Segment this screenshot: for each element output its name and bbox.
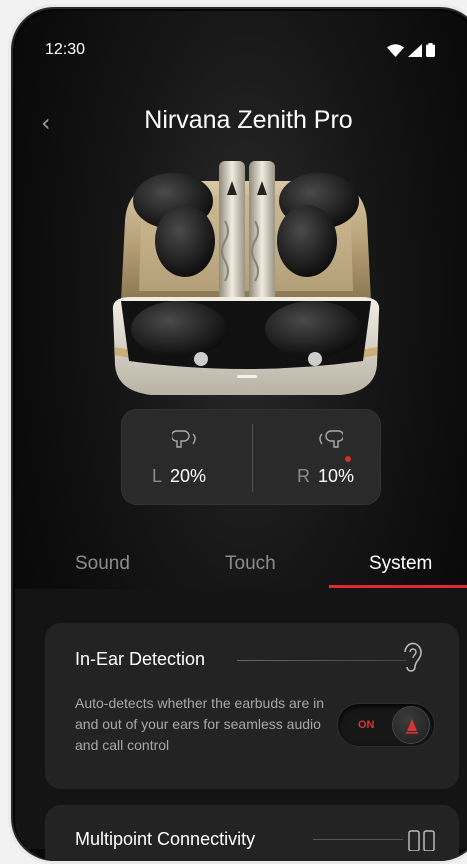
tab-touch[interactable]: Touch [225, 553, 276, 575]
tab-system[interactable]: System [369, 553, 432, 575]
status-icons [387, 43, 435, 57]
right-battery-value: 10% [318, 466, 355, 486]
left-earbud-icon [172, 430, 196, 448]
active-tab-indicator [329, 585, 467, 588]
in-ear-detection-toggle[interactable]: ON [337, 703, 435, 747]
multipoint-connectivity-title: Multipoint Connectivity [75, 829, 256, 849]
status-time: 12:30 [45, 41, 86, 58]
system-settings-panel: In-Ear Detection Auto-detects whether th… [15, 589, 467, 861]
app-screen: 12:30 ‹ Nirvana Zenith Pro L 20% R 10% S… [15, 11, 467, 861]
in-ear-detection-card: In-Ear Detection Auto-detects whether th… [45, 623, 459, 789]
status-bar: 12:30 [15, 41, 467, 61]
left-earbud-battery: L 20% [122, 410, 252, 506]
battery-status-card: L 20% R 10% [121, 409, 381, 505]
right-earbud-battery: R 10% [253, 410, 383, 506]
in-ear-detection-description: Auto-detects whether the earbuds are in … [75, 695, 325, 753]
title-divider-line [237, 660, 407, 661]
left-battery-value: 20% [170, 466, 207, 486]
right-side-label: R [297, 466, 310, 486]
multipoint-devices-icon [408, 830, 435, 851]
brand-logo-icon [406, 719, 418, 734]
battery-icon [426, 43, 435, 57]
toggle-knob[interactable] [392, 706, 430, 744]
tab-sound[interactable]: Sound [75, 553, 130, 575]
in-ear-detection-title: In-Ear Detection [75, 649, 206, 669]
right-earbud-icon [319, 430, 343, 448]
multipoint-connectivity-card[interactable]: Multipoint Connectivity [45, 805, 459, 861]
earbuds-case-image [112, 161, 380, 395]
low-battery-dot [345, 456, 351, 462]
phone-frame: 12:30 ‹ Nirvana Zenith Pro L 20% R 10% S… [8, 4, 467, 864]
cellular-signal-icon [408, 43, 422, 57]
ear-icon [404, 642, 422, 672]
page-title: Nirvana Zenith Pro [144, 106, 353, 134]
title-divider-line [313, 839, 403, 840]
wifi-icon [387, 43, 404, 57]
settings-tabs: Sound Touch System [15, 541, 467, 588]
left-side-label: L [152, 466, 163, 486]
toggle-on-label: ON [358, 719, 375, 731]
